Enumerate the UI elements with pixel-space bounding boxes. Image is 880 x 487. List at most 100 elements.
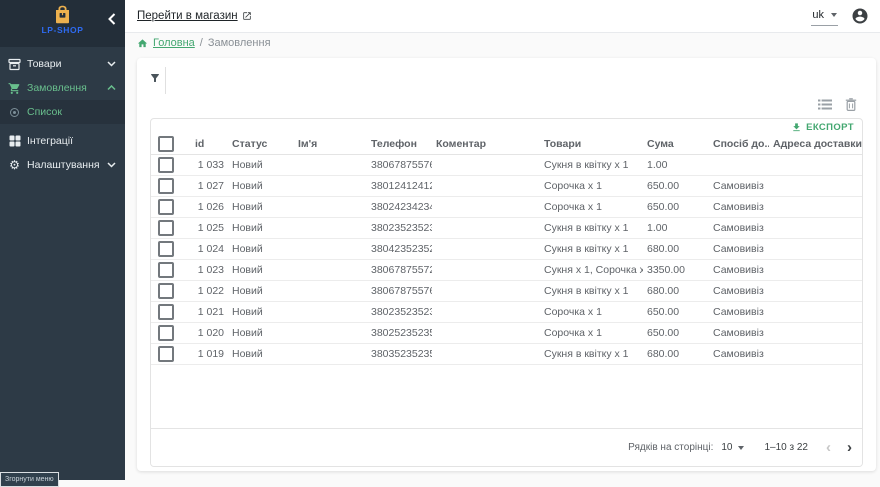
row-checkbox[interactable]: [158, 283, 174, 299]
cell-delivery: Самовивіз: [709, 302, 769, 323]
filter-button[interactable]: [149, 72, 161, 84]
cell-id: 1 027: [191, 176, 228, 197]
breadcrumb-current: Замовлення: [208, 37, 271, 49]
cell-sum: 680.00: [643, 239, 709, 260]
table-row[interactable]: 1 019Новий380352352353Сукня в квітку x 1…: [151, 344, 863, 365]
table-row[interactable]: 1 020Новий380252352352Сорочка x 1650.00С…: [151, 323, 863, 344]
table-row[interactable]: 1 023Новий380678755722Сукня x 1, Сорочка…: [151, 260, 863, 281]
cell-sum: 650.00: [643, 197, 709, 218]
grid-icon: [6, 135, 23, 147]
table-row[interactable]: 1 025Новий380235235235Сукня в квітку x 1…: [151, 218, 863, 239]
pagination-bar: Рядків на сторінці: 10 1–10 з 22 ‹ ›: [151, 428, 862, 466]
cell-status: Новий: [228, 302, 294, 323]
rows-per-page-select[interactable]: 10: [721, 442, 744, 453]
sidebar-item-products[interactable]: Товари: [0, 52, 125, 76]
table-header-row: idСтатусІм'яТелефонКоментарТовариСумаСпо…: [151, 134, 863, 155]
language-select[interactable]: uk: [811, 7, 838, 26]
cell-status: Новий: [228, 323, 294, 344]
external-link-icon: [242, 11, 252, 21]
cell-name: [294, 239, 367, 260]
sidebar: LP-SHOP Товари: [0, 0, 125, 480]
filter-funnel-icon: [149, 72, 161, 84]
cell-address: [769, 176, 863, 197]
download-icon: [791, 122, 802, 133]
language-value: uk: [812, 9, 824, 21]
cell-id: 1 026: [191, 197, 228, 218]
cell-sum: 1.00: [643, 218, 709, 239]
logo[interactable]: LP-SHOP: [0, 5, 125, 35]
sidebar-nav: Товари Замовлення Список: [0, 47, 125, 177]
cell-name: [294, 197, 367, 218]
cell-status: Новий: [228, 197, 294, 218]
row-checkbox[interactable]: [158, 262, 174, 278]
cell-phone: 380678755765: [367, 155, 432, 176]
go-to-shop-label: Перейти в магазин: [137, 10, 238, 22]
export-label: ЕКСПОРТ: [806, 122, 854, 133]
column-header-id: id: [191, 134, 228, 155]
cell-phone: 380423523523: [367, 239, 432, 260]
cell-address: [769, 281, 863, 302]
cell-delivery: Самовивіз: [709, 323, 769, 344]
cell-id: 1 023: [191, 260, 228, 281]
column-header-comment: Коментар: [432, 134, 540, 155]
table-row[interactable]: 1 027Новий380124124124Сорочка x 1650.00С…: [151, 176, 863, 197]
row-checkbox[interactable]: [158, 304, 174, 320]
cell-sum: 3350.00: [643, 260, 709, 281]
cell-products: Сукня в квітку x 1: [540, 218, 643, 239]
table-row[interactable]: 1 033Новий380678755765Сукня в квітку x 1…: [151, 155, 863, 176]
collapse-sidebar-button[interactable]: [108, 13, 116, 25]
cell-products: Сорочка x 1: [540, 176, 643, 197]
cell-name: [294, 281, 367, 302]
row-checkbox[interactable]: [158, 157, 174, 173]
delete-button[interactable]: [845, 98, 857, 111]
cell-comment: [432, 197, 540, 218]
sidebar-item-settings[interactable]: ⚙ Налаштування: [0, 153, 125, 177]
cell-comment: [432, 260, 540, 281]
cell-sum: 650.00: [643, 323, 709, 344]
sidebar-item-orders[interactable]: Замовлення: [0, 76, 125, 100]
sidebar-item-label: Замовлення: [27, 82, 107, 94]
cell-phone: 380242342342: [367, 197, 432, 218]
row-checkbox[interactable]: [158, 325, 174, 341]
breadcrumb-home-link[interactable]: Головна: [153, 37, 195, 49]
cell-comment: [432, 281, 540, 302]
select-all-checkbox[interactable]: [158, 136, 174, 152]
row-checkbox[interactable]: [158, 220, 174, 236]
row-checkbox[interactable]: [158, 346, 174, 362]
cell-products: Сорочка x 1: [540, 302, 643, 323]
sidebar-item-integrations[interactable]: Інтеграції: [0, 129, 125, 153]
cell-delivery: Самовивіз: [709, 218, 769, 239]
chevron-left-icon: [108, 13, 116, 25]
row-checkbox[interactable]: [158, 241, 174, 257]
chevron-down-icon: [107, 61, 116, 67]
view-list-icon: [818, 99, 832, 110]
cell-comment: [432, 176, 540, 197]
cell-comment: [432, 302, 540, 323]
table-row[interactable]: 1 024Новий380423523523Сукня в квітку x 1…: [151, 239, 863, 260]
sidebar-item-orders-list[interactable]: Список: [0, 100, 125, 124]
export-button[interactable]: ЕКСПОРТ: [791, 122, 854, 133]
topbar: Перейти в магазин uk: [125, 0, 880, 33]
account-circle-icon: [851, 7, 869, 25]
cell-status: Новий: [228, 155, 294, 176]
table-row[interactable]: 1 026Новий380242342342Сорочка x 1650.00С…: [151, 197, 863, 218]
orders-table: idСтатусІм'яТелефонКоментарТовариСумаСпо…: [151, 134, 863, 365]
rows-per-page-value: 10: [721, 442, 732, 453]
cell-name: [294, 344, 367, 365]
row-checkbox[interactable]: [158, 199, 174, 215]
cell-status: Новий: [228, 344, 294, 365]
column-header-address: Адреса доставки: [769, 134, 863, 155]
account-button[interactable]: [851, 7, 869, 25]
table-row[interactable]: 1 021Новий380235235235Сорочка x 1650.00С…: [151, 302, 863, 323]
next-page-button[interactable]: ›: [847, 440, 852, 455]
table-row[interactable]: 1 022Новий380678755765Сукня в квітку x 1…: [151, 281, 863, 302]
previous-page-button[interactable]: ‹: [826, 440, 831, 455]
cell-name: [294, 176, 367, 197]
view-list-button[interactable]: [818, 99, 832, 110]
cell-delivery: Самовивіз: [709, 239, 769, 260]
logo-text: LP-SHOP: [0, 25, 125, 35]
toolbar-divider: [165, 67, 166, 94]
row-checkbox[interactable]: [158, 178, 174, 194]
table-actions: [818, 98, 857, 111]
go-to-shop-link[interactable]: Перейти в магазин: [137, 10, 252, 22]
